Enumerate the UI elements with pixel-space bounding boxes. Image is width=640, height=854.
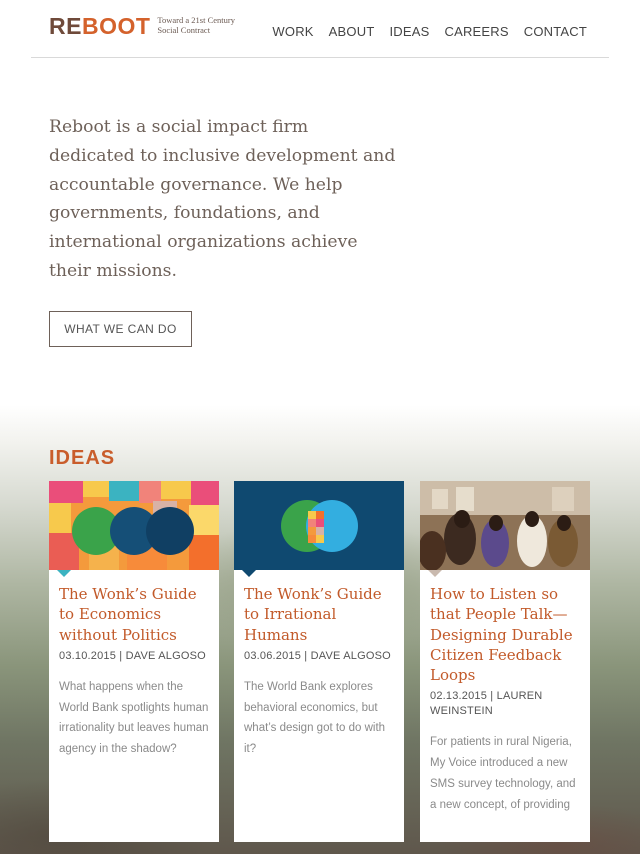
hero-intro-text: Reboot is a social impact firm dedicated… (49, 117, 396, 281)
tagline-line-2: Social Contract (157, 24, 211, 35)
card-body: The Wonk’s Guide to Economics without Po… (59, 584, 211, 760)
header-divider (31, 57, 609, 58)
card-image-meeting-photo[interactable] (420, 481, 590, 570)
card-body: The Wonk’s Guide to Irrational Humans 03… (244, 584, 396, 760)
nav-item-ideas[interactable]: IDEAS (389, 24, 429, 39)
logo-tagline: Toward a 21st Century Social Contract (157, 15, 235, 35)
card-excerpt: What happens when the World Bank spotlig… (59, 680, 209, 756)
card-meta: 03.06.2015 | DAVE ALGOSO (244, 649, 391, 662)
card-pointer (428, 570, 442, 577)
nav-item-contact[interactable]: CONTACT (524, 24, 587, 39)
nav-item-work[interactable]: WORK (272, 24, 313, 39)
card-pointer (242, 570, 256, 577)
card-meta: 03.10.2015 | DAVE ALGOSO (59, 649, 206, 662)
card-meta: 02.13.2015 | LAUREN WEINSTEIN (430, 690, 543, 718)
idea-card[interactable]: The Wonk’s Guide to Irrational Humans 03… (234, 481, 404, 842)
logo-wordmark: REBOOT (49, 13, 151, 39)
card-title[interactable]: How to Listen so that People Talk—Design… (430, 584, 582, 685)
idea-card[interactable]: How to Listen so that People Talk—Design… (420, 481, 590, 842)
idea-card[interactable]: The Wonk’s Guide to Economics without Po… (49, 481, 219, 842)
nav-item-careers[interactable]: CAREERS (444, 24, 508, 39)
site-header: REBOOT Toward a 21st Century Social Cont… (0, 0, 640, 58)
main-nav: WORK ABOUT IDEAS CAREERS CONTACT (272, 24, 587, 39)
card-body: How to Listen so that People Talk—Design… (430, 584, 582, 816)
card-title[interactable]: The Wonk’s Guide to Economics without Po… (59, 584, 211, 645)
nav-item-about[interactable]: ABOUT (329, 24, 375, 39)
card-excerpt: For patients in rural Nigeria, My Voice … (430, 736, 576, 811)
card-pointer (57, 570, 71, 577)
what-we-can-do-button[interactable]: WHAT WE CAN DO (49, 311, 192, 347)
ideas-heading: IDEAS (49, 447, 116, 469)
card-excerpt: The World Bank explores behavioral econo… (244, 680, 386, 756)
card-image-economics[interactable] (49, 481, 219, 570)
card-image-irrational-humans[interactable] (234, 481, 404, 570)
card-title[interactable]: The Wonk’s Guide to Irrational Humans (244, 584, 396, 645)
logo[interactable]: REBOOT Toward a 21st Century Social Cont… (49, 12, 235, 40)
